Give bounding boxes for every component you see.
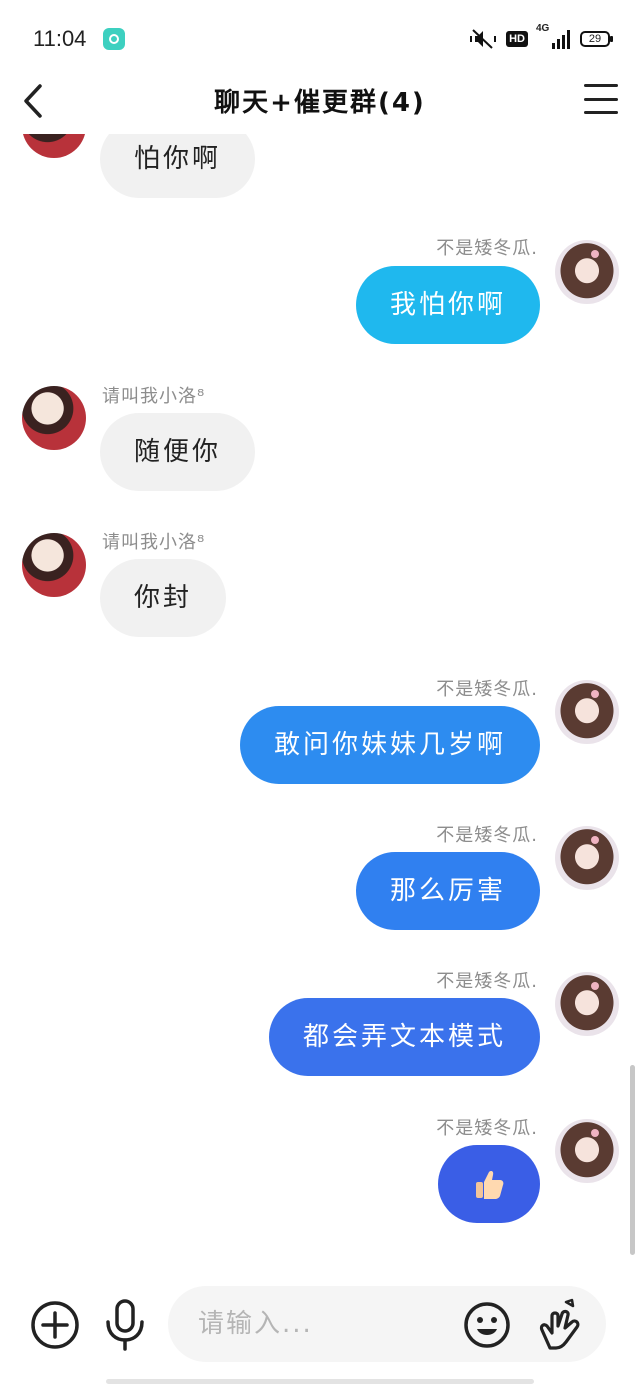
input-bar	[0, 1270, 640, 1380]
message-bubble[interactable]: 那么厉害	[355, 852, 540, 930]
finger-heart-icon	[539, 1298, 580, 1350]
gesture-button[interactable]	[536, 1296, 586, 1352]
plus-circle-icon	[31, 1301, 79, 1349]
page-title: 聊天+催更群(4)	[214, 88, 426, 118]
message-bubble[interactable]: 随便你	[100, 413, 256, 491]
add-button[interactable]	[30, 1300, 80, 1350]
sender-name: 不是矮冬瓜.	[436, 825, 538, 846]
message-bubble[interactable]: 敢问你妹妹几岁啊	[239, 706, 540, 784]
message-input[interactable]	[198, 1304, 448, 1344]
message-text: 那么厉害	[389, 876, 506, 906]
smiley-icon	[464, 1302, 510, 1348]
message-bubble[interactable]: 怕你啊	[100, 134, 256, 198]
status-time: 11:04	[33, 26, 87, 51]
mute-vibrate-icon	[470, 29, 497, 49]
chat-header: 聊天+催更群(4)	[0, 78, 640, 134]
battery-level: 29	[588, 33, 602, 45]
avatar[interactable]	[22, 386, 86, 450]
message-text: 你封	[134, 583, 193, 613]
status-bar: 11:04 HD 4G 29	[0, 0, 640, 78]
app-notification-icon	[103, 28, 125, 50]
message-bubble[interactable]	[438, 1145, 540, 1223]
avatar[interactable]	[22, 533, 86, 597]
message-text: 都会弄文本模式	[302, 1022, 506, 1052]
sender-name: 不是矮冬瓜.	[436, 679, 538, 700]
message-text: 怕你啊	[134, 144, 222, 174]
thumbs-up-icon	[476, 1170, 504, 1199]
message-bubble[interactable]: 我怕你啊	[355, 266, 540, 344]
message-text: 敢问你妹妹几岁啊	[273, 730, 506, 760]
home-indicator	[106, 1379, 534, 1384]
status-indicators: HD 4G 29	[470, 23, 613, 52]
message-bubble[interactable]: 你封	[100, 559, 227, 637]
signal-icon: 4G	[536, 23, 570, 49]
sender-name: 不是矮冬瓜.	[436, 971, 538, 992]
menu-icon	[584, 84, 618, 87]
sender-name: 请叫我小洛⁸	[102, 532, 206, 553]
hd-badge: HD	[506, 31, 528, 47]
message-text: 随便你	[134, 437, 222, 467]
emoji-button[interactable]	[462, 1300, 512, 1350]
message-input-container	[168, 1286, 606, 1362]
microphone-icon	[106, 1299, 144, 1351]
scrollbar[interactable]	[630, 1065, 635, 1255]
avatar[interactable]	[555, 826, 619, 890]
avatar[interactable]	[22, 134, 86, 158]
avatar[interactable]	[555, 680, 619, 744]
voice-button[interactable]	[102, 1298, 148, 1352]
message-bubble[interactable]: 都会弄文本模式	[268, 998, 540, 1076]
sender-name: 不是矮冬瓜.	[436, 238, 538, 259]
menu-button[interactable]	[584, 84, 618, 114]
network-type: 4G	[536, 23, 550, 34]
message-list[interactable]: 怕你啊 不是矮冬瓜. 我怕你啊 请叫我小洛⁸ 随便你 请叫我小洛⁸ 你封 不是矮…	[0, 134, 640, 1264]
avatar[interactable]	[555, 1119, 619, 1183]
message-text: 我怕你啊	[389, 290, 506, 320]
avatar[interactable]	[555, 972, 619, 1036]
sender-name: 请叫我小洛⁸	[102, 386, 206, 407]
sender-name: 不是矮冬瓜.	[436, 1118, 538, 1139]
battery-icon: 29	[580, 31, 613, 47]
avatar[interactable]	[555, 240, 619, 304]
